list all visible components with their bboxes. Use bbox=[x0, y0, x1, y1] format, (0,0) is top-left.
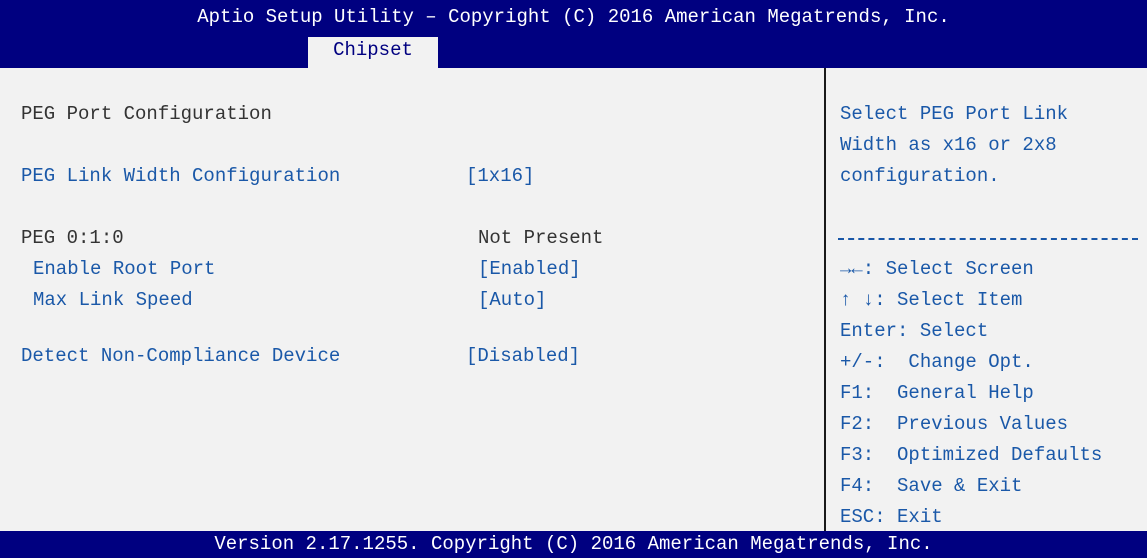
enable-root-port-value[interactable]: [Enabled] bbox=[478, 258, 581, 280]
key-hint-select-item: ↑ ↓: Select Item bbox=[840, 289, 1023, 311]
help-description-line: Select PEG Port Link bbox=[840, 103, 1069, 125]
max-link-speed-label[interactable]: Max Link Speed bbox=[33, 289, 193, 311]
help-description-line: Width as x16 or 2x8 bbox=[840, 134, 1057, 156]
section-title: PEG Port Configuration bbox=[21, 103, 272, 125]
panel-divider bbox=[824, 68, 826, 531]
key-hint-f4: F4: Save & Exit bbox=[840, 475, 1023, 497]
help-separator bbox=[838, 238, 1138, 240]
key-hint-change-opt: +/-: Change Opt. bbox=[840, 351, 1034, 373]
detect-non-compliance-value[interactable]: [Disabled] bbox=[466, 345, 580, 367]
key-hint-enter: Enter: Select bbox=[840, 320, 989, 342]
enable-root-port-label[interactable]: Enable Root Port bbox=[33, 258, 215, 280]
peg-010-status: Not Present bbox=[478, 227, 604, 249]
key-hint-f2: F2: Previous Values bbox=[840, 413, 1069, 435]
peg-010-label: PEG 0:1:0 bbox=[21, 227, 124, 249]
key-hint-esc: ESC: Exit bbox=[840, 506, 943, 528]
max-link-speed-value[interactable]: [Auto] bbox=[478, 289, 546, 311]
peg-link-width-value[interactable]: [1x16] bbox=[466, 165, 534, 187]
key-hint-f3: F3: Optimized Defaults bbox=[840, 444, 1103, 466]
help-description-line: configuration. bbox=[840, 165, 1000, 187]
utility-title: Aptio Setup Utility – Copyright (C) 2016… bbox=[197, 6, 950, 28]
detect-non-compliance-label[interactable]: Detect Non-Compliance Device bbox=[21, 345, 340, 367]
key-hint-select-screen: →←: Select Screen bbox=[840, 258, 1034, 280]
peg-link-width-label[interactable]: PEG Link Width Configuration bbox=[21, 165, 340, 187]
tab-chipset[interactable]: Chipset bbox=[308, 37, 438, 68]
title-bar: Aptio Setup Utility – Copyright (C) 2016… bbox=[0, 0, 1147, 68]
key-hint-f1: F1: General Help bbox=[840, 382, 1034, 404]
footer-bar: Version 2.17.1255. Copyright (C) 2016 Am… bbox=[0, 531, 1147, 558]
version-text: Version 2.17.1255. Copyright (C) 2016 Am… bbox=[214, 533, 933, 555]
